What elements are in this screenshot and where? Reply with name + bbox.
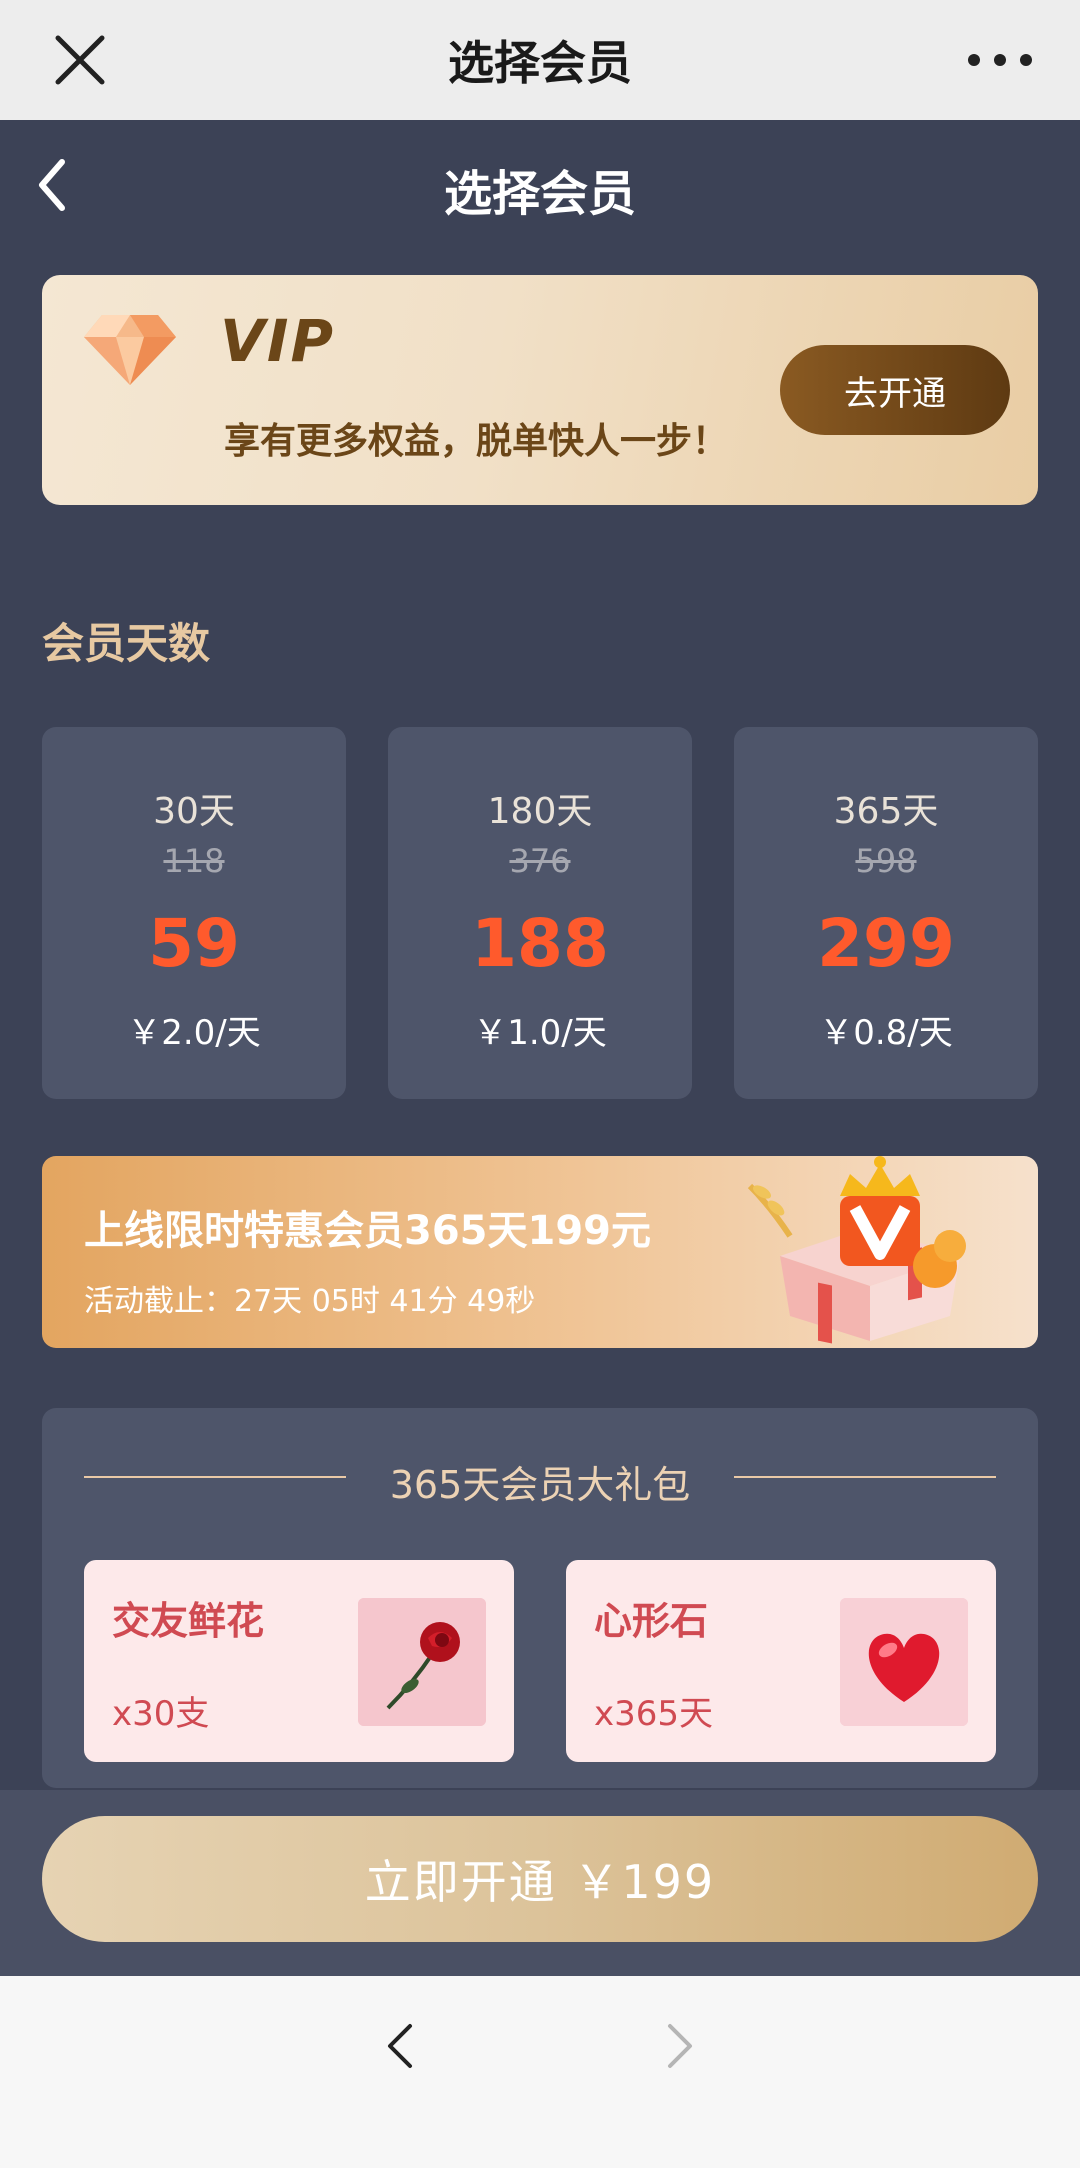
diamond-icon <box>84 315 176 385</box>
plan-per-day: ￥1.0/天 <box>473 1013 607 1053</box>
vip-banner: VIP 享有更多权益，脱单快人一步！ 去开通 <box>42 275 1038 505</box>
heart-stone-icon <box>840 1598 968 1726</box>
vip-logo: VIP <box>220 307 335 375</box>
plan-per-day: ￥0.8/天 <box>819 1013 953 1053</box>
browser-title: 选择会员 <box>448 36 632 90</box>
package-title: 365天会员大礼包 <box>389 1463 691 1507</box>
browser-topbar: 选择会员 <box>0 0 1080 120</box>
nav-forward-icon[interactable] <box>660 2016 700 2076</box>
plan-price: 188 <box>471 905 609 982</box>
section-label-member-days: 会员天数 <box>42 619 211 668</box>
plan-card-365[interactable]: 365天 598 299 ￥0.8/天 <box>734 727 1038 1099</box>
rose-icon <box>358 1598 486 1726</box>
plan-days: 30天 <box>153 791 235 832</box>
plan-price: 299 <box>817 905 955 982</box>
plan-per-day: ￥2.0/天 <box>127 1013 261 1053</box>
page-title: 选择会员 <box>443 166 636 222</box>
gift-card-heart-stone: 心形石 x365天 <box>566 1560 996 1762</box>
plan-card-180[interactable]: 180天 376 188 ￥1.0/天 <box>388 727 692 1099</box>
nav-back-icon[interactable] <box>380 2016 420 2076</box>
gift-box-icon <box>747 1156 966 1344</box>
promo-countdown: 活动截止：27天 05时 41分 49秒 <box>84 1284 536 1319</box>
activate-vip-button[interactable]: 去开通 <box>780 345 1010 435</box>
page-header: 选择会员 <box>0 120 1080 250</box>
activate-now-button[interactable]: 立即开通 ￥199 <box>42 1816 1038 1942</box>
action-bar: 立即开通 ￥199 <box>0 1790 1080 1976</box>
plan-original-price: 118 <box>163 842 225 880</box>
browser-navbar <box>0 1976 1080 2168</box>
plan-card-30[interactable]: 30天 118 59 ￥2.0/天 <box>42 727 346 1099</box>
gift-qty: x365天 <box>594 1694 714 1734</box>
gift-card-flower: 交友鲜花 x30支 <box>84 1560 514 1762</box>
plan-original-price: 598 <box>855 842 917 880</box>
plan-original-price: 376 <box>509 842 571 880</box>
gift-name: 交友鲜花 <box>112 1599 265 1643</box>
more-icon[interactable] <box>968 54 1032 66</box>
plan-days: 365天 <box>833 791 939 832</box>
divider-line <box>734 1476 996 1478</box>
plan-price: 59 <box>148 905 240 982</box>
plan-days: 180天 <box>487 791 593 832</box>
promo-title: 上线限时特惠会员365天199元 <box>84 1208 651 1254</box>
gift-package: 365天会员大礼包 交友鲜花 x30支 心形石 x365天 <box>42 1408 1038 1788</box>
gift-name: 心形石 <box>594 1599 709 1643</box>
vip-slogan: 享有更多权益，脱单快人一步！ <box>224 421 729 462</box>
promo-banner[interactable]: 上线限时特惠会员365天199元 活动截止：27天 05时 41分 49秒 <box>42 1156 1038 1348</box>
close-icon[interactable] <box>50 30 110 90</box>
gift-qty: x30支 <box>112 1694 210 1734</box>
